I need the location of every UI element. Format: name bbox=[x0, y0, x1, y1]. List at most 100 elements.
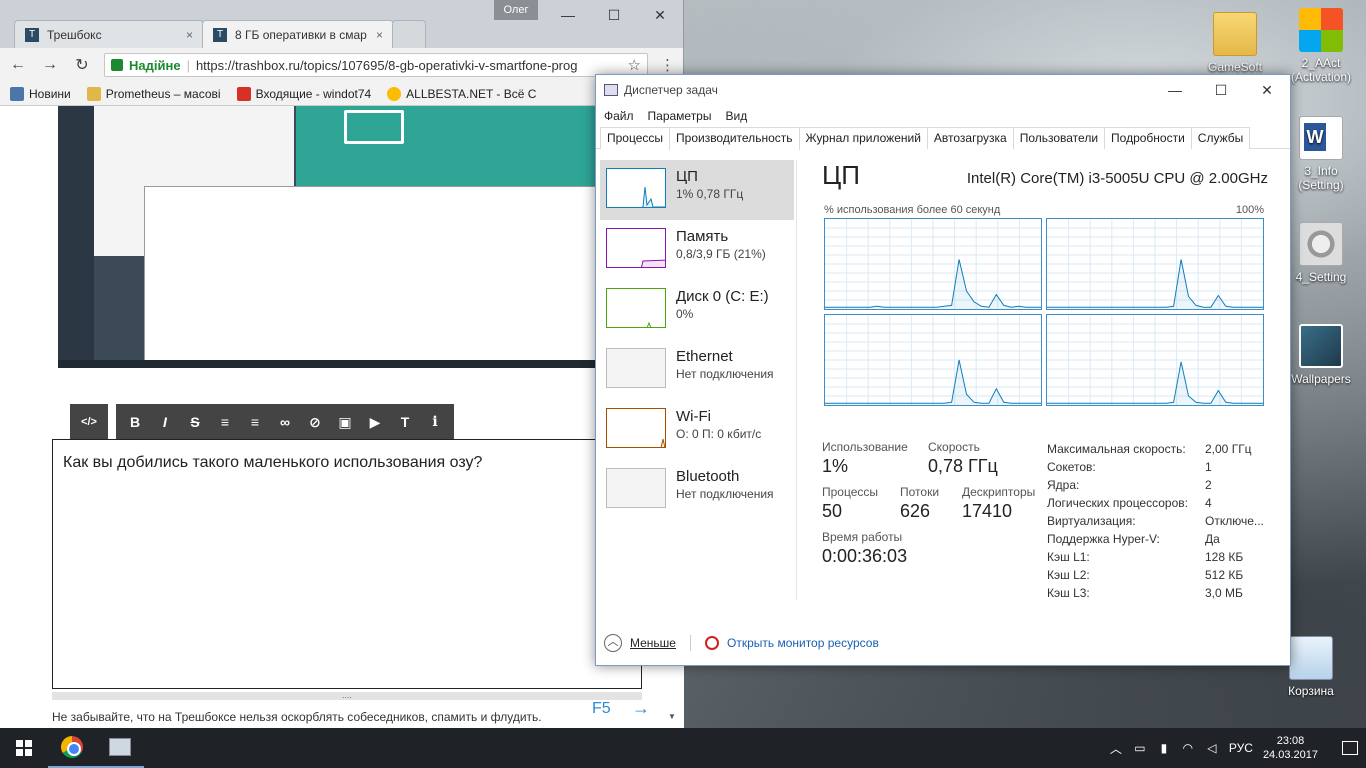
resource-ethernet[interactable]: Ethernet Нет подключения bbox=[600, 340, 794, 400]
tab-processes[interactable]: Процессы bbox=[600, 127, 671, 149]
tab-details[interactable]: Подробности bbox=[1104, 127, 1192, 149]
usage-label: Использование bbox=[822, 440, 908, 454]
tab-startup[interactable]: Автозагрузка bbox=[926, 127, 1014, 149]
close-button[interactable]: ✕ bbox=[1244, 75, 1290, 105]
unordered-list-icon[interactable]: ≡ bbox=[242, 409, 268, 435]
tab-performance[interactable]: Производительность bbox=[669, 127, 800, 150]
resource-memory[interactable]: Память 0,8/3,9 ГБ (21%) bbox=[600, 220, 794, 280]
resource-sub: 0,8/3,9 ГБ (21%) bbox=[676, 247, 766, 261]
minimize-button[interactable]: — bbox=[545, 0, 591, 30]
resource-disk[interactable]: Диск 0 (C: E:) 0% bbox=[600, 280, 794, 340]
memory-mini-graph bbox=[606, 228, 666, 268]
forward-arrow-icon[interactable]: → bbox=[40, 56, 60, 74]
bookmark-allbesta[interactable]: ALLBESTA.NET - Всё С bbox=[387, 86, 536, 101]
cpu-stats: Использование 1% Скорость 0,78 ГГц Проце… bbox=[822, 440, 1042, 575]
bold-button[interactable]: B bbox=[122, 409, 148, 435]
battery-icon[interactable]: ▮ bbox=[1157, 741, 1171, 755]
new-tab-button[interactable] bbox=[392, 20, 426, 48]
reload-icon[interactable]: ↻ bbox=[72, 55, 92, 75]
spec-key: Ядра: bbox=[1047, 478, 1080, 492]
ordered-list-icon[interactable]: ≡ bbox=[212, 409, 238, 435]
next-arrow-link[interactable]: → bbox=[632, 698, 650, 719]
tab-close-icon[interactable]: × bbox=[186, 28, 193, 42]
bookmark-vk[interactable]: Новини bbox=[10, 86, 71, 101]
back-arrow-icon[interactable]: ← bbox=[8, 56, 28, 74]
language-indicator[interactable]: РУС bbox=[1229, 741, 1253, 755]
bookmark-star-icon[interactable]: ☆ bbox=[628, 56, 641, 74]
unlink-icon[interactable]: ⊘ bbox=[302, 409, 328, 435]
scroll-down-arrow-icon[interactable]: ▼ bbox=[668, 712, 676, 721]
tab-app-history[interactable]: Журнал приложений bbox=[798, 127, 928, 149]
spec-row: Логических процессоров: 4 bbox=[1047, 496, 1267, 514]
profile-button[interactable]: Олег bbox=[494, 0, 538, 20]
lightbulb-icon bbox=[86, 86, 101, 101]
start-button[interactable] bbox=[0, 728, 48, 768]
tab-close-icon[interactable]: × bbox=[376, 28, 383, 42]
notification-center-icon[interactable] bbox=[1342, 741, 1358, 755]
spec-row: Кэш L2: 512 КБ bbox=[1047, 568, 1267, 586]
secure-lock-icon bbox=[111, 59, 123, 71]
taskbar-chrome[interactable] bbox=[48, 728, 96, 768]
chevron-up-icon[interactable]: ︿ bbox=[1109, 740, 1123, 757]
menu-view[interactable]: Вид bbox=[725, 109, 747, 123]
spec-value: 4 bbox=[1205, 496, 1212, 510]
menu-options[interactable]: Параметры bbox=[648, 109, 712, 123]
article-screenshot-image[interactable] bbox=[58, 106, 598, 368]
volume-icon[interactable]: ◁ bbox=[1205, 741, 1219, 755]
windows-start-icon bbox=[16, 740, 32, 756]
wifi-icon[interactable]: ◠ bbox=[1181, 741, 1195, 755]
tab-article[interactable]: T 8 ГБ оперативки в смар × bbox=[202, 20, 394, 48]
address-bar[interactable]: Надійне | https://trashbox.ru/topics/107… bbox=[104, 53, 648, 77]
comment-editor[interactable]: Как вы добились такого маленького исполь… bbox=[52, 439, 642, 689]
gmail-icon bbox=[236, 86, 251, 101]
link-icon[interactable]: ∞ bbox=[272, 409, 298, 435]
strikethrough-button[interactable]: S bbox=[182, 409, 208, 435]
tab-services[interactable]: Службы bbox=[1190, 127, 1251, 149]
open-resource-monitor-link[interactable]: Открыть монитор ресурсов bbox=[727, 636, 879, 650]
resource-name: ЦП bbox=[676, 168, 698, 185]
windows-logo-icon bbox=[1299, 8, 1343, 52]
core-graph-2 bbox=[824, 314, 1042, 406]
spec-row: Сокетов: 1 bbox=[1047, 460, 1267, 478]
fewer-details-link[interactable]: Меньше bbox=[630, 636, 676, 650]
checkmark-icon bbox=[344, 110, 404, 144]
video-icon[interactable]: ▶ bbox=[362, 409, 388, 435]
taskbar-task-manager[interactable] bbox=[96, 728, 144, 768]
tab-users[interactable]: Пользователи bbox=[1012, 127, 1106, 149]
chrome-icon bbox=[61, 736, 83, 758]
taskbar: ︿ ▭ ▮ ◠ ◁ РУС 23:08 24.03.2017 bbox=[0, 728, 1366, 768]
speed-value: 0,78 ГГц bbox=[928, 456, 998, 476]
info-icon[interactable]: i bbox=[422, 409, 448, 435]
maximize-button[interactable]: ☐ bbox=[1198, 75, 1244, 105]
resource-cpu[interactable]: ЦП 1% 0,78 ГГц bbox=[600, 160, 794, 220]
chevron-up-icon[interactable]: ︿ bbox=[604, 634, 622, 652]
web-page: </> B I S ≡ ≡ ∞ ⊘ ▣ ▶ T i Как вы добилис… bbox=[0, 106, 684, 728]
tab-trashbox[interactable]: T Трешбокс × bbox=[14, 20, 204, 48]
browser-menu-icon[interactable]: ⋮ bbox=[660, 56, 675, 74]
bluetooth-mini-graph bbox=[606, 468, 666, 508]
bookmark-prometheus[interactable]: Prometheus – масові bbox=[86, 86, 221, 101]
processes-value: 50 bbox=[822, 501, 843, 521]
close-button[interactable]: ✕ bbox=[637, 0, 683, 30]
italic-button[interactable]: I bbox=[152, 409, 178, 435]
desktop-icon-aact[interactable]: 2_AAct (Activation) bbox=[1276, 8, 1366, 84]
desktop-icon-gamesoft[interactable]: GameSoft bbox=[1190, 12, 1280, 74]
url-separator: | bbox=[186, 57, 190, 73]
resource-wifi[interactable]: Wi-Fi О: 0 П: 0 кбит/с bbox=[600, 400, 794, 460]
desktop-icon-label: Корзина bbox=[1288, 684, 1334, 698]
resource-name: Bluetooth bbox=[676, 468, 740, 485]
menu-file[interactable]: Файл bbox=[604, 109, 634, 123]
text-icon[interactable]: T bbox=[392, 409, 418, 435]
f5-refresh-link[interactable]: F5 bbox=[592, 700, 611, 718]
maximize-button[interactable]: ☐ bbox=[591, 0, 637, 30]
tab-label: Трешбокс bbox=[47, 27, 102, 42]
bookmark-gmail[interactable]: Входящие - windot74 bbox=[236, 86, 371, 101]
code-button[interactable]: </> bbox=[76, 409, 102, 435]
minimize-button[interactable]: — bbox=[1152, 75, 1198, 105]
resource-bluetooth[interactable]: Bluetooth Нет подключения bbox=[600, 460, 794, 520]
tray-app-icon[interactable]: ▭ bbox=[1133, 741, 1147, 755]
clock[interactable]: 23:08 24.03.2017 bbox=[1263, 734, 1318, 762]
spec-row: Ядра: 2 bbox=[1047, 478, 1267, 496]
image-icon[interactable]: ▣ bbox=[332, 409, 358, 435]
editor-resize-grip[interactable]: .... bbox=[52, 691, 642, 700]
